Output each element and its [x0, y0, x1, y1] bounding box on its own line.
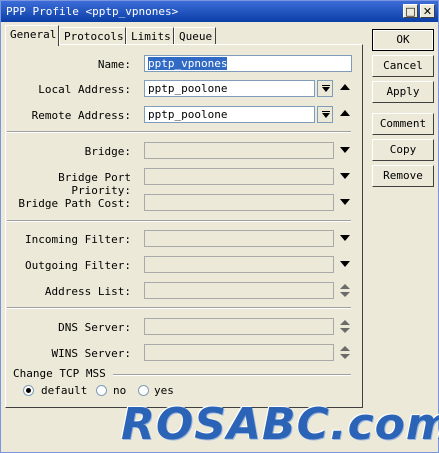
bridge-label: Bridge: [84, 145, 131, 158]
ok-button[interactable]: OK [372, 29, 434, 51]
bridge-port-priority-input[interactable] [144, 168, 334, 185]
bridge-path-cost-expand-icon[interactable] [340, 199, 350, 205]
tab-protocols[interactable]: Protocols [59, 27, 126, 45]
window-title: PPP Profile <pptp_vpnones> [6, 5, 179, 18]
wins-server-updown-icon[interactable] [340, 346, 350, 360]
remote-address-collapse-icon[interactable] [340, 110, 350, 116]
bridge-path-cost-label: Bridge Path Cost: [18, 197, 131, 210]
remote-address-dropdown-icon[interactable] [317, 106, 333, 123]
copy-button[interactable]: Copy [372, 139, 434, 161]
close-icon[interactable]: ✕ [420, 4, 435, 18]
tab-limits[interactable]: Limits [126, 27, 174, 45]
dns-server-label: DNS Server: [58, 321, 131, 334]
separator [7, 307, 351, 309]
comment-button[interactable]: Comment [372, 113, 434, 135]
bridge-port-priority-label: Bridge Port Priority: [58, 171, 131, 197]
separator [113, 374, 351, 376]
separator [7, 220, 351, 222]
bridge-select[interactable] [144, 142, 334, 159]
ppp-profile-window: PPP Profile <pptp_vpnones> □ ✕ General P… [0, 0, 439, 453]
bridge-expand-icon[interactable] [340, 147, 350, 153]
name-value: pptp_vpnones [148, 57, 228, 70]
local-address-collapse-icon[interactable] [340, 84, 350, 90]
bridge-path-cost-input[interactable] [144, 194, 334, 211]
wins-server-label: WINS Server: [51, 347, 131, 360]
outgoing-filter-select[interactable] [144, 256, 334, 273]
local-address-label: Local Address: [38, 83, 131, 96]
address-list-input[interactable] [144, 282, 334, 299]
incoming-filter-select[interactable] [144, 230, 334, 247]
outgoing-filter-expand-icon[interactable] [340, 261, 350, 267]
dns-server-updown-icon[interactable] [340, 320, 350, 334]
tab-general[interactable]: General [5, 25, 59, 46]
wins-server-input[interactable] [144, 344, 334, 361]
name-input[interactable]: pptp_vpnones [144, 55, 352, 72]
tcp-mss-default-radio[interactable] [23, 385, 34, 396]
dns-server-input[interactable] [144, 318, 334, 335]
address-list-updown-icon[interactable] [340, 284, 350, 298]
remove-button[interactable]: Remove [372, 165, 434, 187]
local-address-dropdown-icon[interactable] [317, 80, 333, 97]
tab-queue[interactable]: Queue [174, 27, 216, 45]
tcp-mss-no-label: no [113, 384, 127, 397]
apply-button[interactable]: Apply [372, 81, 434, 103]
tcp-mss-yes-radio[interactable] [138, 385, 149, 396]
local-address-input[interactable]: pptp_poolone [144, 80, 315, 97]
title-bar[interactable]: PPP Profile <pptp_vpnones> □ ✕ [1, 1, 438, 22]
incoming-filter-expand-icon[interactable] [340, 235, 350, 241]
cancel-button[interactable]: Cancel [372, 55, 434, 77]
change-tcp-mss-label: Change TCP MSS [10, 367, 109, 380]
separator [7, 131, 351, 133]
name-label: Name: [97, 58, 131, 71]
bridge-port-priority-expand-icon[interactable] [340, 173, 350, 179]
rosabc-watermark: ROSABC.com [121, 399, 439, 450]
tcp-mss-default-label: default [41, 384, 88, 397]
outgoing-filter-label: Outgoing Filter: [25, 259, 131, 272]
incoming-filter-label: Incoming Filter: [25, 233, 131, 246]
remote-address-label: Remote Address: [31, 109, 131, 122]
tcp-mss-yes-label: yes [154, 384, 174, 397]
address-list-label: Address List: [44, 285, 131, 298]
remote-address-input[interactable]: pptp_poolone [144, 106, 315, 123]
tcp-mss-no-radio[interactable] [96, 385, 107, 396]
restore-icon[interactable]: □ [403, 4, 418, 18]
